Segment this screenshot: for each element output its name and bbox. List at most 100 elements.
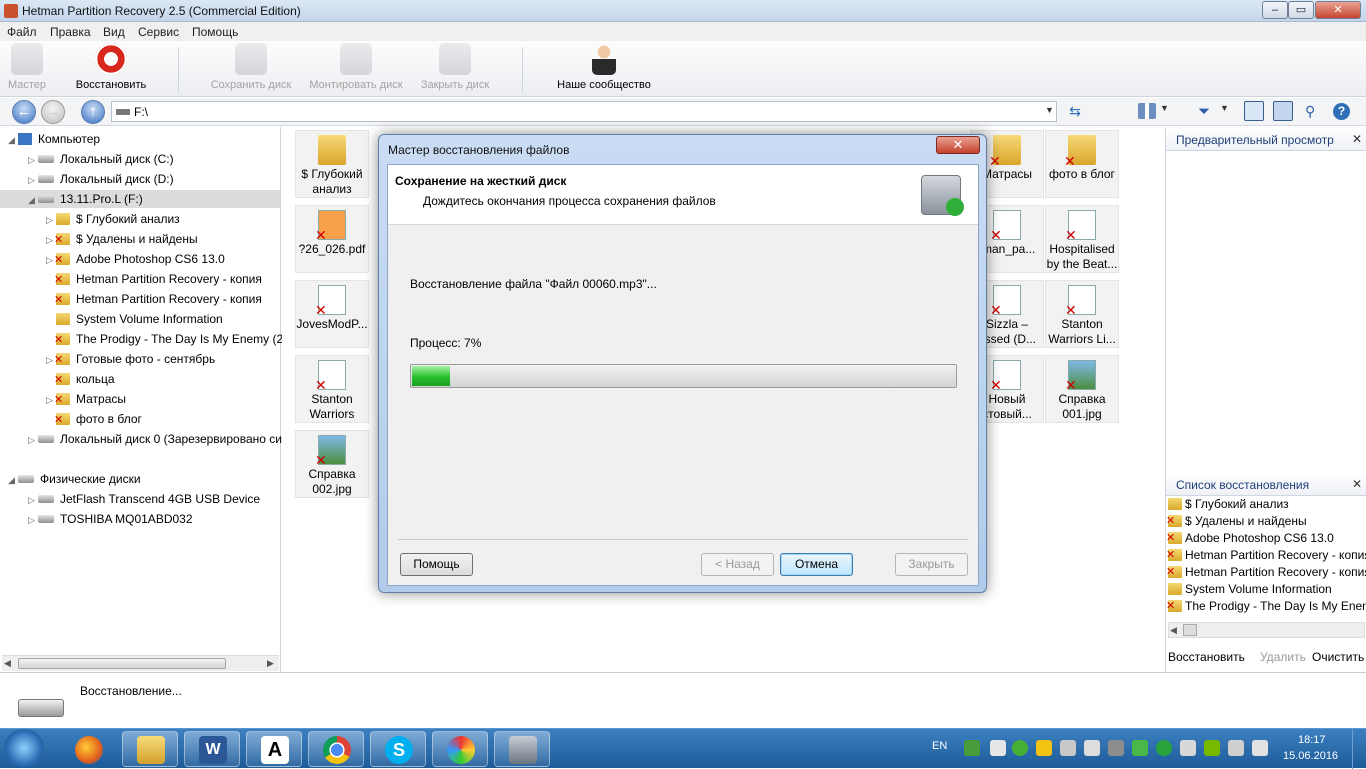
tree-item[interactable]: ▷ $ Глубокий анализ xyxy=(46,210,180,228)
preview-close-icon[interactable]: ✕ xyxy=(1352,132,1362,146)
taskbar-chrome[interactable] xyxy=(308,731,364,767)
tree-item[interactable]: ▷ Локальный диск 0 (Зарезервировано си xyxy=(28,430,282,448)
tree-physical[interactable]: ◢ Физические диски xyxy=(8,470,141,488)
address-dropdown-icon[interactable]: ▼ xyxy=(1045,105,1054,115)
help-button[interactable]: Помощь xyxy=(400,553,473,576)
tree-item[interactable]: System Volume Information xyxy=(46,310,223,328)
tree-item[interactable]: ▷ JetFlash Transcend 4GB USB Device xyxy=(28,490,260,508)
taskbar-skype[interactable]: S xyxy=(370,731,426,767)
tray-icon[interactable] xyxy=(1108,740,1124,756)
file-item[interactable]: Справка 002.jpg xyxy=(295,430,369,498)
list-item[interactable]: $ Глубокий анализ xyxy=(1168,496,1289,513)
clock-time[interactable]: 18:17 xyxy=(1298,734,1326,746)
file-item[interactable]: Hospitalised by the Beat... xyxy=(1045,205,1119,273)
tree-computer[interactable]: ◢ Компьютер xyxy=(8,130,100,148)
menu-file[interactable]: Файл xyxy=(7,25,37,39)
recovery-list-scrollbar[interactable]: ◀ xyxy=(1168,622,1365,638)
file-item[interactable]: Stanton Warriors Po... xyxy=(295,355,369,423)
restore-button[interactable]: Восстановить xyxy=(70,43,152,91)
warning-icon[interactable] xyxy=(1036,740,1052,756)
menu-help[interactable]: Помощь xyxy=(192,25,238,39)
taskbar-firefox[interactable] xyxy=(60,731,116,767)
tree-item-selected[interactable]: ◢ 13.11.Pro.L (F:) xyxy=(0,190,280,208)
scroll-thumb[interactable] xyxy=(18,658,226,669)
scroll-left-icon[interactable]: ◀ xyxy=(4,658,11,669)
file-item[interactable]: ?26_026.pdf xyxy=(295,205,369,273)
file-item[interactable]: фото в блог xyxy=(1045,130,1119,198)
close-window-button[interactable]: ✕ xyxy=(1315,1,1361,19)
view-mode-icon[interactable] xyxy=(1138,103,1156,119)
cancel-button[interactable]: Отмена xyxy=(780,553,853,576)
tree-scrollbar[interactable]: ◀ ▶ xyxy=(2,655,279,671)
dialog-close-button[interactable]: ✕ xyxy=(936,136,980,154)
back-button[interactable]: ← xyxy=(12,100,36,124)
tree-item[interactable]: фото в блог xyxy=(46,410,142,429)
tree-item[interactable]: ▷Adobe Photoshop CS6 13.0 xyxy=(46,250,225,269)
tree-item[interactable]: кольца xyxy=(46,370,115,389)
tray-icon[interactable] xyxy=(1132,740,1148,756)
view-dropdown-icon[interactable]: ▼ xyxy=(1160,103,1170,119)
recovery-delete-link[interactable]: Удалить xyxy=(1260,650,1306,664)
save-icon[interactable] xyxy=(1273,101,1293,121)
menu-edit[interactable]: Правка xyxy=(50,25,91,39)
volume-icon[interactable] xyxy=(1084,740,1100,756)
community-button[interactable]: Наше сообщество xyxy=(549,43,659,91)
list-item[interactable]: Hetman Partition Recovery - копия xyxy=(1166,547,1366,564)
tray-icon[interactable] xyxy=(964,740,980,756)
menu-service[interactable]: Сервис xyxy=(138,25,179,39)
recovery-list-close-icon[interactable]: ✕ xyxy=(1352,477,1362,491)
nvidia-icon[interactable] xyxy=(1204,740,1220,756)
tree-item[interactable]: The Prodigy - The Day Is My Enemy (2 xyxy=(46,330,283,349)
maximize-button[interactable]: ▭ xyxy=(1288,1,1314,19)
file-item[interactable]: Справка 001.jpg xyxy=(1045,355,1119,423)
forward-button[interactable]: → xyxy=(41,100,65,124)
file-item[interactable]: Stanton Warriors Li... xyxy=(1045,280,1119,348)
tray-icon[interactable] xyxy=(1180,740,1196,756)
scroll-right-icon[interactable]: ▶ xyxy=(267,658,274,669)
taskbar-hetman[interactable] xyxy=(494,731,550,767)
panel-toggle-icon[interactable] xyxy=(1244,101,1264,121)
tray-icon[interactable] xyxy=(1156,740,1172,756)
taskbar-explorer[interactable] xyxy=(122,731,178,767)
network-icon[interactable] xyxy=(1228,740,1244,756)
search-icon[interactable]: ⚲ xyxy=(1305,103,1323,119)
refresh-icon[interactable]: ⇆ xyxy=(1066,103,1084,119)
file-item[interactable]: JovesModP... xyxy=(295,280,369,348)
tree-item[interactable]: ▷ TOSHIBA MQ01ABD032 xyxy=(28,510,193,528)
list-item[interactable]: System Volume Information xyxy=(1168,581,1332,598)
tree-item[interactable]: Hetman Partition Recovery - копия xyxy=(46,270,262,289)
volume-icon[interactable] xyxy=(1252,740,1268,756)
clock-date[interactable]: 15.06.2016 xyxy=(1283,750,1338,762)
recovery-restore-link[interactable]: Восстановить xyxy=(1168,650,1245,664)
tree-item[interactable]: ▷ Локальный диск (C:) xyxy=(28,150,174,168)
tree-item[interactable]: Hetman Partition Recovery - копия xyxy=(46,290,262,309)
menu-view[interactable]: Вид xyxy=(103,25,125,39)
list-item[interactable]: Hetman Partition Recovery - копия xyxy=(1166,564,1366,581)
file-item[interactable]: $ Глубокий анализ xyxy=(295,130,369,198)
back-button[interactable]: < Назад xyxy=(701,553,774,576)
taskbar-word[interactable]: W xyxy=(184,731,240,767)
address-field[interactable]: F:\ ▼ xyxy=(111,101,1057,122)
taskbar-font-app[interactable]: A xyxy=(246,731,302,767)
tray-icon[interactable] xyxy=(990,740,1006,756)
list-item[interactable]: $ Удалены и найдены xyxy=(1166,513,1307,530)
mount-disk-button[interactable]: Монтировать диск xyxy=(303,43,409,91)
scroll-thumb[interactable] xyxy=(1183,624,1197,636)
language-indicator[interactable]: EN xyxy=(932,740,947,752)
up-button[interactable]: ↑ xyxy=(81,100,105,124)
tray-icon[interactable] xyxy=(1012,740,1028,756)
tray-icon[interactable] xyxy=(1060,740,1076,756)
minimize-button[interactable]: – xyxy=(1262,1,1288,19)
scroll-left-icon[interactable]: ◀ xyxy=(1170,625,1177,636)
start-button[interactable] xyxy=(4,729,44,767)
wizard-button[interactable]: Мастер xyxy=(4,43,50,91)
recovery-clear-link[interactable]: Очистить с xyxy=(1312,650,1366,664)
filter-icon[interactable]: ⏷ xyxy=(1198,103,1216,120)
list-item[interactable]: Adobe Photoshop CS6 13.0 xyxy=(1166,530,1334,547)
tree-item[interactable]: ▷$ Удалены и найдены xyxy=(46,230,198,249)
tree-item[interactable]: ▷ Локальный диск (D:) xyxy=(28,170,174,188)
list-item[interactable]: The Prodigy - The Day Is My Enemy xyxy=(1166,598,1366,615)
taskbar-paint[interactable] xyxy=(432,731,488,767)
help-icon[interactable]: ? xyxy=(1333,103,1350,120)
save-disk-button[interactable]: Сохранить диск xyxy=(206,43,296,91)
